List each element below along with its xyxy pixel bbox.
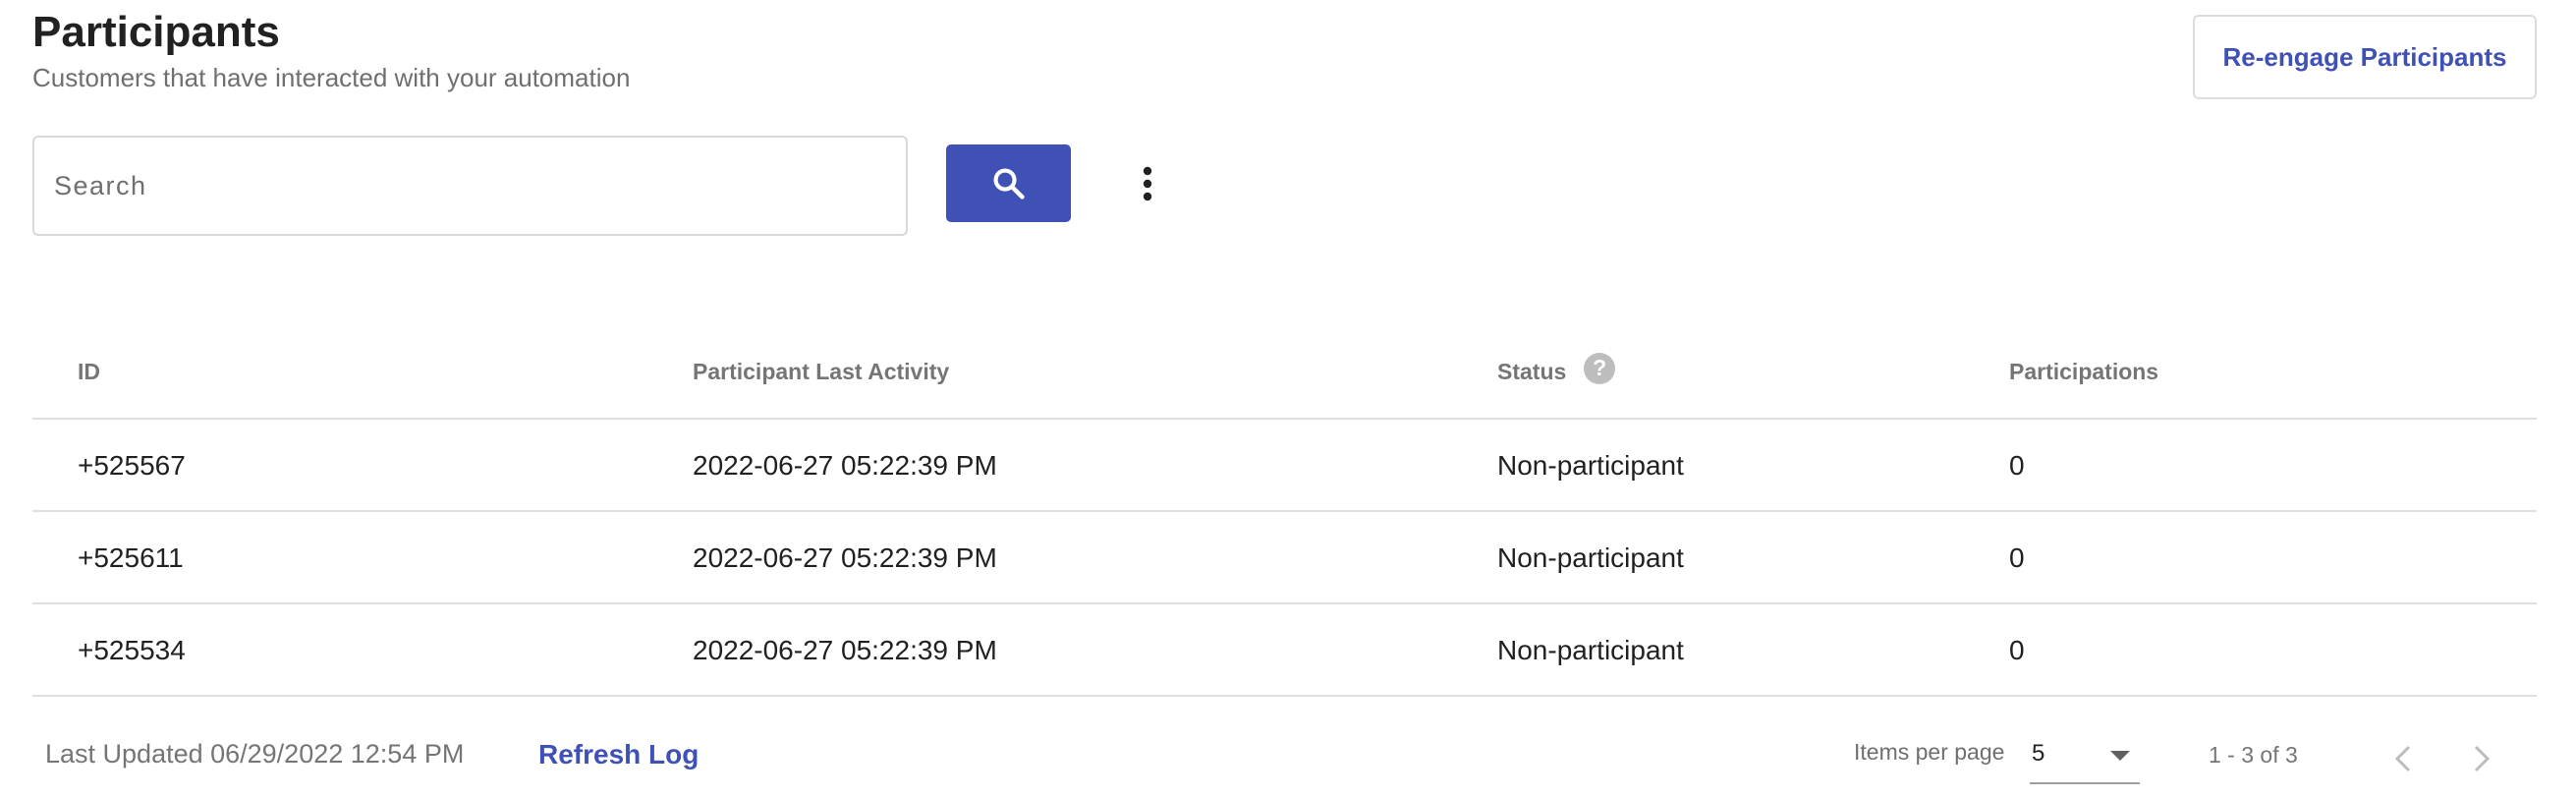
more-vert-icon — [1143, 166, 1152, 201]
column-header-label: Participant Last Activity — [693, 359, 950, 384]
column-header-last-activity[interactable]: Participant Last Activity — [693, 324, 949, 420]
search-field[interactable] — [32, 136, 908, 236]
cell-last-activity: 2022-06-27 05:22:39 PM — [693, 635, 997, 665]
cell-last-activity: 2022-06-27 05:22:39 PM — [693, 450, 997, 481]
items-per-page-value: 5 — [2032, 740, 2045, 767]
column-header-label: ID — [78, 359, 100, 384]
column-header-participations[interactable]: Participations — [2009, 324, 2158, 420]
table-row[interactable]: +525567 2022-06-27 05:22:39 PM Non-parti… — [32, 420, 2537, 512]
column-header-label: Participations — [2009, 359, 2159, 384]
cell-id: +525567 — [78, 450, 186, 481]
help-icon-glyph: ? — [1593, 355, 1607, 380]
column-header-id[interactable]: ID — [78, 324, 100, 420]
search-icon — [992, 167, 1025, 200]
cell-participations: 0 — [2009, 450, 2025, 481]
page-subtitle: Customers that have interacted with your… — [32, 63, 631, 92]
cell-status: Non-participant — [1497, 635, 1684, 665]
column-header-label: Status — [1497, 359, 1567, 384]
next-page-button[interactable] — [2462, 735, 2501, 782]
column-header-status[interactable]: Status ? — [1497, 324, 1616, 420]
reengage-participants-button[interactable]: Re-engage Participants — [2193, 15, 2537, 99]
previous-page-button[interactable] — [2383, 735, 2423, 782]
page-title: Participants — [32, 8, 280, 56]
cell-last-activity: 2022-06-27 05:22:39 PM — [693, 542, 997, 573]
items-per-page-label: Items per page — [1854, 739, 2005, 765]
last-updated-text: Last Updated 06/29/2022 12:54 PM — [45, 739, 465, 769]
cell-id: +525534 — [78, 635, 186, 665]
dropdown-caret-icon — [2110, 751, 2130, 761]
table-row[interactable]: +525611 2022-06-27 05:22:39 PM Non-parti… — [32, 512, 2537, 604]
search-button[interactable] — [946, 144, 1071, 222]
chevron-left-icon — [2394, 745, 2411, 772]
cell-participations: 0 — [2009, 542, 2025, 573]
search-input[interactable] — [34, 138, 906, 234]
items-per-page-select[interactable]: 5 — [2030, 731, 2140, 784]
cell-id: +525611 — [78, 542, 184, 573]
table-row[interactable]: +525534 2022-06-27 05:22:39 PM Non-parti… — [32, 604, 2537, 697]
table-header-row: ID Participant Last Activity Status ? Pa… — [32, 324, 2537, 420]
chevron-right-icon — [2474, 745, 2491, 772]
participants-page: Participants Customers that have interac… — [0, 0, 2576, 798]
cell-participations: 0 — [2009, 635, 2025, 665]
help-icon[interactable]: ? — [1584, 352, 1616, 384]
pagination-range: 1 - 3 of 3 — [2209, 742, 2298, 768]
cell-status: Non-participant — [1497, 450, 1684, 481]
refresh-log-link[interactable]: Refresh Log — [538, 739, 699, 770]
participants-table: ID Participant Last Activity Status ? Pa… — [32, 324, 2537, 697]
cell-status: Non-participant — [1497, 542, 1684, 573]
more-options-button[interactable] — [1130, 161, 1165, 206]
